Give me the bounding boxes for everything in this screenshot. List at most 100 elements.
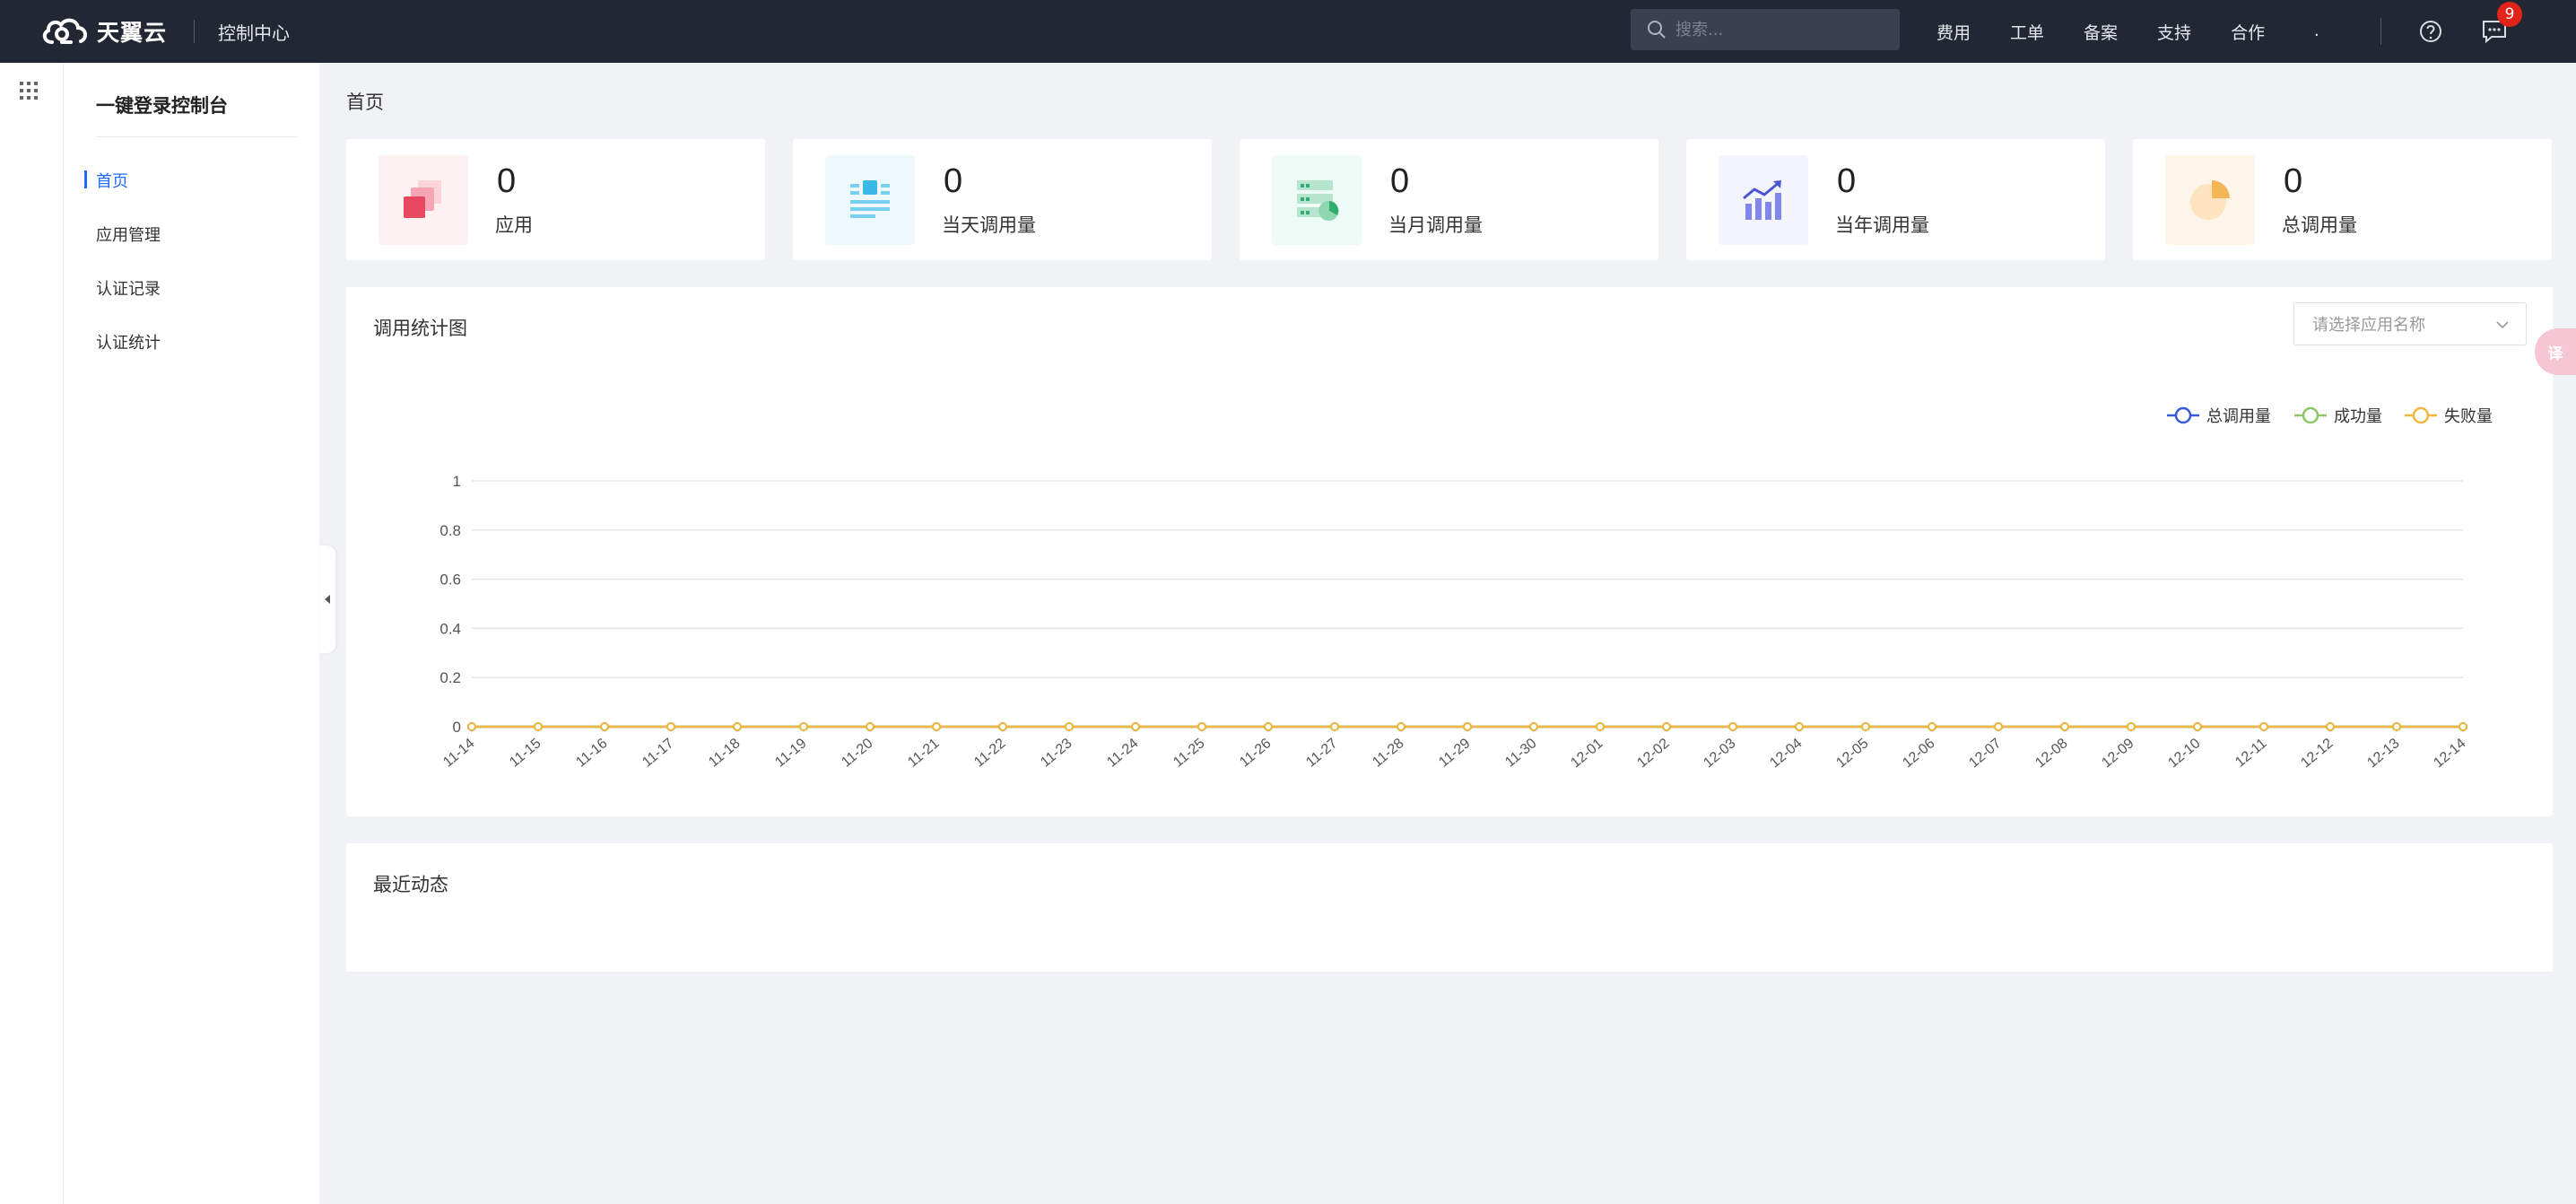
help-icon[interactable] — [2418, 19, 2443, 44]
console-title[interactable]: 控制中心 — [218, 19, 290, 45]
apps-grid-icon[interactable] — [19, 81, 39, 100]
data-point — [1662, 722, 1671, 731]
stat-card-month: 0 当月调用量 — [1240, 139, 1658, 260]
pie-chart-icon — [2190, 180, 2230, 220]
x-tick-label: 12-10 — [2165, 736, 2203, 771]
translate-label: 译 — [2547, 345, 2563, 363]
stat-icon-bg — [825, 155, 915, 245]
nav-partner[interactable]: 合作 — [2231, 20, 2265, 44]
data-point — [866, 722, 875, 731]
stat-icon-bg — [1719, 155, 1808, 245]
y-tick-label: 0.8 — [439, 522, 461, 539]
stat-card-year: 0 当年调用量 — [1686, 139, 2105, 260]
data-point — [1264, 722, 1273, 731]
x-tick-label: 11-28 — [1370, 736, 1406, 771]
x-tick-label: 12-04 — [1767, 736, 1805, 771]
data-point — [2193, 722, 2202, 731]
sidebar-item-auth-stats[interactable]: 认证统计 — [96, 330, 161, 353]
x-tick-label: 11-19 — [772, 736, 809, 771]
panel-title: 最近动态 — [373, 874, 448, 895]
stat-label: 当天调用量 — [942, 214, 1036, 236]
x-tick-label: 12-09 — [2099, 736, 2137, 771]
active-indicator — [84, 170, 87, 188]
y-tick-label: 0 — [453, 719, 461, 736]
sidebar-collapse-toggle[interactable] — [319, 545, 335, 653]
data-point — [1131, 722, 1140, 731]
search-box[interactable] — [1631, 9, 1900, 50]
x-tick-label: 11-18 — [706, 736, 743, 771]
x-tick-label: 12-14 — [2431, 736, 2468, 771]
stat-card-today: 0 当天调用量 — [793, 139, 1212, 260]
brand-name: 天翼云 — [97, 20, 168, 46]
nav-fees[interactable]: 费用 — [1936, 20, 1971, 44]
product-rail — [0, 63, 64, 1204]
notification-badge: 9 — [2497, 2, 2522, 27]
data-point — [998, 722, 1007, 731]
recent-activity-panel: 最近动态 — [346, 843, 2553, 972]
data-point — [2326, 722, 2335, 731]
data-point — [2127, 722, 2136, 731]
data-point — [1330, 722, 1339, 731]
data-point — [799, 722, 808, 731]
x-tick-label: 11-25 — [1171, 736, 1207, 771]
data-point — [733, 722, 742, 731]
sidebar: 一键登录控制台 首页 应用管理 认证记录 认证统计 — [64, 63, 319, 1204]
x-tick-label: 11-24 — [1104, 736, 1141, 771]
top-nav: 费用 工单 备案 支持 合作 — [1936, 0, 2304, 63]
x-tick-label: 12-12 — [2298, 736, 2336, 771]
stat-value: 0 — [944, 162, 963, 200]
stat-icon-bg — [2165, 155, 2255, 245]
legend-marker — [2302, 406, 2319, 424]
x-tick-label: 11-17 — [640, 736, 676, 771]
nav-filing[interactable]: 备案 — [2084, 20, 2118, 44]
translate-float-button[interactable]: 译 — [2535, 328, 2576, 375]
x-tick-label: 12-07 — [1966, 736, 2004, 771]
data-point — [2459, 722, 2467, 731]
data-point — [1596, 722, 1605, 731]
y-tick-label: 0.4 — [439, 620, 461, 637]
x-tick-label: 11-14 — [440, 736, 477, 771]
nav-tickets[interactable]: 工单 — [2010, 20, 2044, 44]
brand-logo[interactable]: 天翼云 — [39, 15, 167, 48]
legend-marker — [2174, 406, 2192, 424]
x-tick-label: 11-30 — [1502, 736, 1539, 771]
data-point — [1795, 722, 1804, 731]
stat-value: 0 — [2284, 162, 2303, 200]
stat-card-apps: 0 应用 — [346, 139, 765, 260]
sidebar-item-home[interactable]: 首页 — [96, 169, 128, 192]
data-point — [2392, 722, 2401, 731]
data-point — [1065, 722, 1074, 731]
data-point — [1728, 722, 1737, 731]
x-tick-label: 11-27 — [1303, 736, 1340, 771]
x-tick-label: 11-16 — [573, 736, 610, 771]
x-tick-label: 11-26 — [1237, 736, 1274, 771]
stat-value: 0 — [1390, 162, 1410, 200]
call-stats-panel: 调用统计图 请选择应用名称 0 0.2 0.4 0.6 0.8 1 11-14 11-15 11… — [346, 287, 2553, 816]
data-point — [1397, 722, 1405, 731]
data-point — [467, 722, 476, 731]
list-doc-icon — [850, 180, 890, 218]
x-tick-label: 12-08 — [2032, 736, 2070, 771]
stat-card-total: 0 总调用量 — [2133, 139, 2552, 260]
divider — [194, 20, 196, 43]
account-name[interactable]: . — [2314, 22, 2319, 40]
data-point — [2259, 722, 2268, 731]
x-tick-label: 12-05 — [1833, 736, 1871, 771]
divider — [96, 136, 297, 137]
stat-label: 当月调用量 — [1388, 214, 1483, 236]
data-point — [1529, 722, 1538, 731]
data-point — [666, 722, 675, 731]
nav-support[interactable]: 支持 — [2157, 20, 2191, 44]
search-icon — [1648, 21, 1666, 39]
top-navbar: 天翼云 控制中心 费用 工单 备案 支持 合作 . 9 — [0, 0, 2576, 63]
data-point — [1463, 722, 1472, 731]
x-tick-label: 12-03 — [1701, 736, 1738, 771]
sidebar-item-auth-records[interactable]: 认证记录 — [96, 276, 161, 300]
bar-trend-icon — [1743, 180, 1781, 220]
x-tick-label: 11-23 — [1038, 736, 1075, 771]
sidebar-title: 一键登录控制台 — [96, 95, 228, 117]
data-point — [534, 722, 543, 731]
sidebar-item-app-management[interactable]: 应用管理 — [96, 222, 161, 246]
legend-label: 总调用量 — [2206, 407, 2271, 426]
search-input[interactable] — [1675, 20, 1873, 39]
